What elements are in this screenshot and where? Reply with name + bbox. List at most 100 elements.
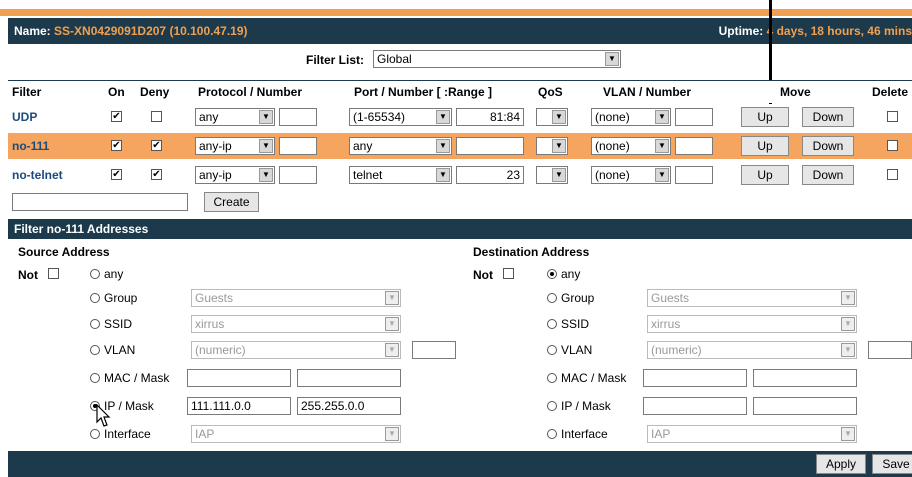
port-select[interactable]: (1-65534) ▼ bbox=[349, 108, 452, 126]
filter-list-select[interactable]: Global ▼ bbox=[373, 50, 621, 68]
port-select[interactable]: telnet ▼ bbox=[349, 166, 452, 184]
source-iface-label: Interface bbox=[104, 427, 151, 441]
chevron-down-icon: ▼ bbox=[841, 291, 855, 305]
destination-iface-label: Interface bbox=[561, 427, 608, 441]
source-ssid-select-value: xirrus bbox=[195, 317, 225, 331]
source-vlan-radio[interactable] bbox=[90, 345, 100, 355]
move-down-button[interactable]: Down bbox=[802, 107, 854, 127]
port-select-value: telnet bbox=[353, 168, 383, 182]
destination-ssid-select[interactable]: xirrus ▼ bbox=[647, 315, 857, 333]
vlan-number-input[interactable] bbox=[675, 108, 713, 126]
source-ip-mask-input[interactable]: 255.255.0.0 bbox=[297, 397, 401, 415]
save-button[interactable]: Save bbox=[872, 454, 912, 474]
port-number-input[interactable]: 23 bbox=[456, 166, 524, 184]
on-checkbox[interactable]: ✔ bbox=[111, 169, 122, 180]
destination-vlan-select[interactable]: (numeric) ▼ bbox=[647, 341, 857, 359]
destination-mac-input[interactable] bbox=[643, 369, 747, 387]
chevron-down-icon: ▼ bbox=[259, 110, 273, 124]
move-down-button[interactable]: Down bbox=[802, 165, 854, 185]
destination-any-radio[interactable] bbox=[547, 269, 557, 279]
deny-checkbox[interactable]: ✔ bbox=[151, 140, 162, 151]
destination-mac-radio[interactable] bbox=[547, 373, 557, 383]
source-ip-input[interactable]: 111.111.0.0 bbox=[187, 397, 291, 415]
destination-iface-radio[interactable] bbox=[547, 429, 557, 439]
new-filter-input[interactable] bbox=[12, 193, 188, 211]
vlan-select[interactable]: (none) ▼ bbox=[591, 108, 671, 126]
destination-not-checkbox[interactable] bbox=[503, 268, 514, 279]
qos-select[interactable]: ▼ bbox=[536, 108, 568, 126]
destination-group-select-value: Guests bbox=[651, 291, 690, 305]
destination-group-select[interactable]: Guests ▼ bbox=[647, 289, 857, 307]
move-up-button[interactable]: Up bbox=[741, 165, 789, 185]
protocol-number-input[interactable] bbox=[279, 108, 317, 126]
source-mac-radio[interactable] bbox=[90, 373, 100, 383]
on-checkbox[interactable]: ✔ bbox=[111, 111, 122, 122]
destination-ssid-radio[interactable] bbox=[547, 319, 557, 329]
filter-name: no-111 bbox=[12, 139, 50, 153]
port-select[interactable]: any ▼ bbox=[349, 137, 452, 155]
protocol-select[interactable]: any ▼ bbox=[195, 108, 275, 126]
apply-button[interactable]: Apply bbox=[816, 454, 866, 474]
vlan-select-value: (none) bbox=[595, 168, 630, 182]
destination-ip-mask-input[interactable] bbox=[753, 397, 857, 415]
source-group-radio[interactable] bbox=[90, 293, 100, 303]
source-ssid-select[interactable]: xirrus ▼ bbox=[191, 315, 401, 333]
source-vlan-number-input[interactable] bbox=[412, 341, 456, 359]
destination-mac-mask-input[interactable] bbox=[753, 369, 857, 387]
qos-select[interactable]: ▼ bbox=[536, 166, 568, 184]
vlan-select[interactable]: (none) ▼ bbox=[591, 137, 671, 155]
source-group-select[interactable]: Guests ▼ bbox=[191, 289, 401, 307]
delete-checkbox[interactable] bbox=[887, 169, 898, 180]
destination-ip-radio[interactable] bbox=[547, 401, 557, 411]
destination-vlan-label: VLAN bbox=[561, 343, 593, 357]
vlan-number-input[interactable] bbox=[675, 166, 713, 184]
source-mac-mask-input[interactable] bbox=[297, 369, 401, 387]
source-any-radio[interactable] bbox=[90, 269, 100, 279]
port-select-value: (1-65534) bbox=[353, 110, 406, 124]
qos-select[interactable]: ▼ bbox=[536, 137, 568, 155]
delete-checkbox[interactable] bbox=[887, 111, 898, 122]
destination-vlan-number-input[interactable] bbox=[868, 341, 912, 359]
source-not-checkbox[interactable] bbox=[48, 268, 59, 279]
on-checkbox[interactable]: ✔ bbox=[111, 140, 122, 151]
destination-interface-select[interactable]: IAP ▼ bbox=[647, 425, 857, 443]
deny-checkbox[interactable]: ✔ bbox=[151, 169, 162, 180]
col-delete: Delete bbox=[872, 85, 909, 99]
protocol-select-value: any-ip bbox=[199, 168, 232, 182]
vlan-select[interactable]: (none) ▼ bbox=[591, 166, 671, 184]
source-vlan-select[interactable]: (numeric) ▼ bbox=[191, 341, 401, 359]
source-iface-radio[interactable] bbox=[90, 429, 100, 439]
port-number-input[interactable] bbox=[456, 137, 524, 155]
filter-name: no-telnet bbox=[12, 168, 63, 182]
chevron-down-icon: ▼ bbox=[605, 52, 619, 66]
chevron-down-icon: ▼ bbox=[385, 317, 399, 331]
destination-not-label: Not bbox=[473, 268, 493, 282]
protocol-select[interactable]: any-ip ▼ bbox=[195, 166, 275, 184]
create-button[interactable]: Create bbox=[204, 192, 259, 212]
vlan-select-value: (none) bbox=[595, 110, 630, 124]
table-row: UDP ✔ any ▼ (1-65534) ▼ 81:84 ▼ (none) ▼ Up Down bbox=[8, 104, 912, 130]
header-bar: Name: SS-XN0429091D207 (10.100.47.19) Up… bbox=[8, 18, 912, 44]
destination-group-radio[interactable] bbox=[547, 293, 557, 303]
move-down-button[interactable]: Down bbox=[802, 136, 854, 156]
protocol-number-input[interactable] bbox=[279, 166, 317, 184]
deny-checkbox[interactable] bbox=[151, 111, 162, 122]
port-select-value: any bbox=[353, 139, 373, 153]
source-ssid-radio[interactable] bbox=[90, 319, 100, 329]
port-number-input[interactable]: 81:84 bbox=[456, 108, 524, 126]
vlan-number-input[interactable] bbox=[675, 137, 713, 155]
protocol-select[interactable]: any-ip ▼ bbox=[195, 137, 275, 155]
move-up-button[interactable]: Up bbox=[741, 107, 789, 127]
protocol-number-input[interactable] bbox=[279, 137, 317, 155]
destination-ip-input[interactable] bbox=[643, 397, 747, 415]
chevron-down-icon: ▼ bbox=[655, 168, 669, 182]
destination-vlan-radio[interactable] bbox=[547, 345, 557, 355]
source-mac-input[interactable] bbox=[187, 369, 291, 387]
chevron-down-icon: ▼ bbox=[385, 291, 399, 305]
addresses-title: Filter no-111 Addresses bbox=[14, 222, 149, 236]
source-interface-select[interactable]: IAP ▼ bbox=[191, 425, 401, 443]
delete-checkbox[interactable] bbox=[887, 140, 898, 151]
addresses-title-bar: Filter no-111 Addresses bbox=[8, 219, 912, 239]
table-row: no-telnet ✔ ✔ any-ip ▼ telnet ▼ 23 ▼ (none) ▼ Up Dow… bbox=[8, 162, 912, 188]
move-up-button[interactable]: Up bbox=[741, 136, 789, 156]
